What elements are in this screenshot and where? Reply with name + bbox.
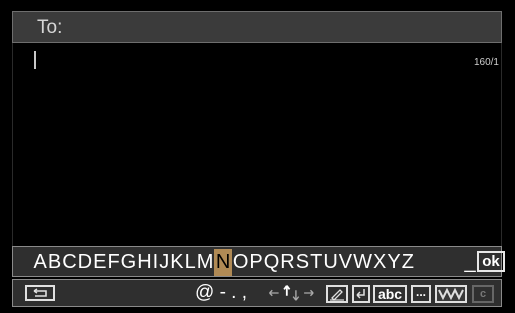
ok-button[interactable]: ok (477, 251, 505, 272)
space-key[interactable]: _ (464, 249, 476, 276)
key-b[interactable]: B (47, 249, 61, 276)
key-x[interactable]: X (373, 249, 387, 276)
key-o[interactable]: O (232, 249, 249, 276)
function-row: @ - . , abc ... c (12, 279, 502, 307)
key-w[interactable]: W (353, 249, 373, 276)
key-l[interactable]: L (184, 249, 196, 276)
key-a[interactable]: A (33, 249, 47, 276)
key-m[interactable]: M (196, 249, 214, 276)
more-symbols-button[interactable]: ... (411, 285, 431, 303)
abc-mode-button[interactable]: abc (373, 285, 407, 303)
key-c[interactable]: C (62, 249, 77, 276)
key-t[interactable]: T (310, 249, 323, 276)
letter-keyboard: ABCDEFGHIJKLMNOPQRSTUVWXYZ _ ok (12, 246, 505, 277)
key-s[interactable]: S (295, 249, 309, 276)
key-p[interactable]: P (249, 249, 263, 276)
key-v[interactable]: V (338, 249, 352, 276)
key-q[interactable]: Q (263, 249, 280, 276)
key-z[interactable]: Z (401, 249, 414, 276)
clear-button[interactable]: c (472, 285, 494, 303)
edit-button[interactable] (326, 285, 348, 303)
enter-button[interactable] (352, 285, 370, 303)
character-counter: 160/1 (473, 57, 499, 68)
key-g[interactable]: G (120, 249, 137, 276)
key-k[interactable]: K (170, 249, 184, 276)
cursor-arrows-icon[interactable] (265, 283, 325, 303)
key-y[interactable]: Y (387, 249, 401, 276)
letter-keys: ABCDEFGHIJKLMNOPQRSTUVWXYZ (33, 249, 414, 276)
key-j[interactable]: J (159, 249, 170, 276)
key-u[interactable]: U (323, 249, 338, 276)
key-d[interactable]: D (77, 249, 92, 276)
key-n[interactable]: N (213, 249, 233, 276)
pencil-icon (330, 289, 344, 301)
key-h[interactable]: H (137, 249, 152, 276)
key-e[interactable]: E (93, 249, 107, 276)
recipient-field[interactable]: To: (12, 11, 502, 43)
message-body[interactable]: 160/1 (12, 43, 502, 247)
text-cursor (34, 51, 36, 69)
language-button[interactable] (435, 285, 467, 303)
key-r[interactable]: R (280, 249, 295, 276)
symbol-keys[interactable]: @ - . , (195, 282, 247, 304)
back-icon (33, 288, 47, 297)
back-button[interactable] (25, 285, 55, 301)
to-label: To: (37, 17, 63, 38)
language-icon (438, 287, 464, 301)
enter-icon (356, 289, 365, 299)
key-f[interactable]: F (107, 249, 120, 276)
